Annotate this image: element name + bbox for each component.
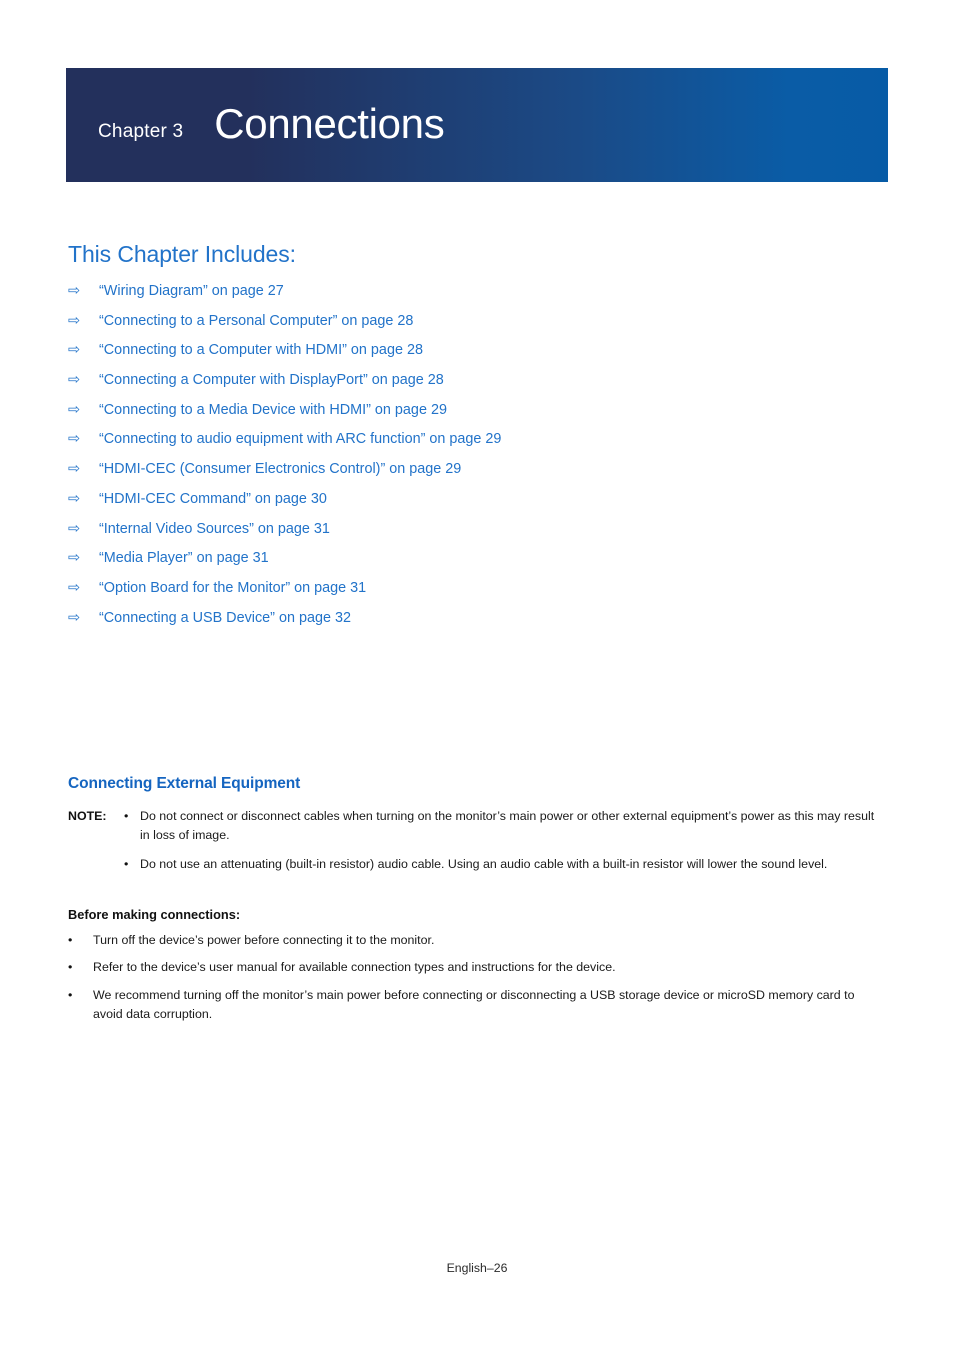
toc-link[interactable]: “Media Player” on page 31 bbox=[99, 548, 269, 568]
list-item: • Turn off the device’s power before con… bbox=[68, 931, 880, 950]
note-text: Do not connect or disconnect cables when… bbox=[140, 809, 875, 843]
chapter-includes-list: ⇨ “Wiring Diagram” on page 27 ⇨ “Connect… bbox=[68, 281, 888, 637]
bullet-icon: • bbox=[68, 987, 73, 1002]
arrow-right-icon: ⇨ bbox=[68, 550, 81, 567]
section-heading-external-equipment: Connecting External Equipment bbox=[68, 775, 301, 792]
list-item[interactable]: ⇨ “Connecting to a Personal Computer” on… bbox=[68, 311, 888, 341]
list-item[interactable]: ⇨ “Option Board for the Monitor” on page… bbox=[68, 578, 888, 608]
note-row: NOTE: • Do not connect or disconnect cab… bbox=[68, 807, 880, 846]
list-item-text: Turn off the device’s power before conne… bbox=[93, 933, 435, 947]
arrow-right-icon: ⇨ bbox=[68, 342, 81, 359]
bullet-icon: • bbox=[68, 960, 73, 975]
list-item[interactable]: ⇨ “Connecting to audio equipment with AR… bbox=[68, 429, 888, 459]
bullet-icon: • bbox=[68, 933, 73, 947]
toc-link[interactable]: “Connecting a Computer with DisplayPort”… bbox=[99, 370, 444, 390]
arrow-right-icon: ⇨ bbox=[68, 609, 81, 626]
arrow-right-icon: ⇨ bbox=[68, 312, 81, 329]
chapter-banner-content: Chapter 3 Connections bbox=[98, 68, 445, 182]
list-item[interactable]: ⇨ “Connecting to a Media Device with HDM… bbox=[68, 400, 888, 430]
list-item[interactable]: ⇨ “Connecting to a Computer with HDMI” o… bbox=[68, 340, 888, 370]
list-item: • Refer to the device’s user manual for … bbox=[68, 958, 880, 977]
toc-link[interactable]: “Connecting to a Computer with HDMI” on … bbox=[99, 340, 423, 360]
page-footer: English–26 bbox=[446, 1261, 508, 1275]
arrow-right-icon: ⇨ bbox=[68, 283, 81, 299]
chapter-number-label: Chapter 3 bbox=[98, 121, 184, 142]
arrow-right-icon: ⇨ bbox=[68, 490, 81, 507]
before-connections-list: • Turn off the device’s power before con… bbox=[68, 931, 880, 1033]
list-item[interactable]: ⇨ “Connecting a USB Device” on page 32 bbox=[68, 608, 888, 638]
note-block: NOTE: • Do not connect or disconnect cab… bbox=[68, 807, 880, 883]
toc-link[interactable]: “Connecting to audio equipment with ARC … bbox=[99, 429, 501, 449]
arrow-right-icon: ⇨ bbox=[68, 401, 81, 418]
list-item-text: Refer to the device’s user manual for av… bbox=[93, 960, 616, 975]
chapter-title: Connections bbox=[214, 100, 445, 147]
arrow-right-icon: ⇨ bbox=[68, 372, 81, 389]
toc-link[interactable]: “Option Board for the Monitor” on page 3… bbox=[99, 578, 366, 598]
bullet-icon: • bbox=[124, 809, 129, 823]
arrow-right-icon: ⇨ bbox=[68, 431, 81, 448]
list-item[interactable]: ⇨ “HDMI-CEC Command” on page 30 bbox=[68, 489, 888, 519]
toc-link[interactable]: “Connecting to a Personal Computer” on p… bbox=[99, 311, 413, 331]
document-page: Chapter 3 Connections This Chapter Inclu… bbox=[0, 0, 954, 1350]
list-item[interactable]: ⇨ “Connecting a Computer with DisplayPor… bbox=[68, 370, 888, 400]
before-connections-heading: Before making connections: bbox=[68, 907, 241, 922]
list-item[interactable]: ⇨ “Media Player” on page 31 bbox=[68, 548, 888, 578]
bullet-icon: • bbox=[124, 856, 129, 871]
toc-link[interactable]: “Connecting a USB Device” on page 32 bbox=[99, 608, 351, 628]
list-item[interactable]: ⇨ “HDMI-CEC (Consumer Electronics Contro… bbox=[68, 459, 888, 489]
toc-link[interactable]: “Wiring Diagram” on page 27 bbox=[99, 281, 284, 301]
chapter-banner: Chapter 3 Connections bbox=[66, 68, 888, 182]
arrow-right-icon: ⇨ bbox=[68, 461, 81, 478]
note-label: NOTE: bbox=[68, 809, 107, 823]
arrow-right-icon: ⇨ bbox=[68, 520, 81, 537]
toc-link[interactable]: “HDMI-CEC (Consumer Electronics Control)… bbox=[99, 459, 461, 479]
note-text: Do not use an attenuating (built-in resi… bbox=[140, 856, 828, 871]
list-item[interactable]: ⇨ “Wiring Diagram” on page 27 bbox=[68, 281, 888, 311]
list-item-text: We recommend turning off the monitor’s m… bbox=[93, 987, 855, 1022]
list-item[interactable]: ⇨ “Internal Video Sources” on page 31 bbox=[68, 519, 888, 549]
list-item: • We recommend turning off the monitor’s… bbox=[68, 986, 880, 1025]
arrow-right-icon: ⇨ bbox=[68, 579, 81, 596]
chapter-includes-heading: This Chapter Includes: bbox=[68, 241, 296, 267]
toc-link[interactable]: “Internal Video Sources” on page 31 bbox=[99, 519, 330, 539]
toc-link[interactable]: “HDMI-CEC Command” on page 30 bbox=[99, 489, 327, 509]
toc-link[interactable]: “Connecting to a Media Device with HDMI”… bbox=[99, 400, 447, 420]
note-row: • Do not use an attenuating (built-in re… bbox=[68, 855, 880, 874]
